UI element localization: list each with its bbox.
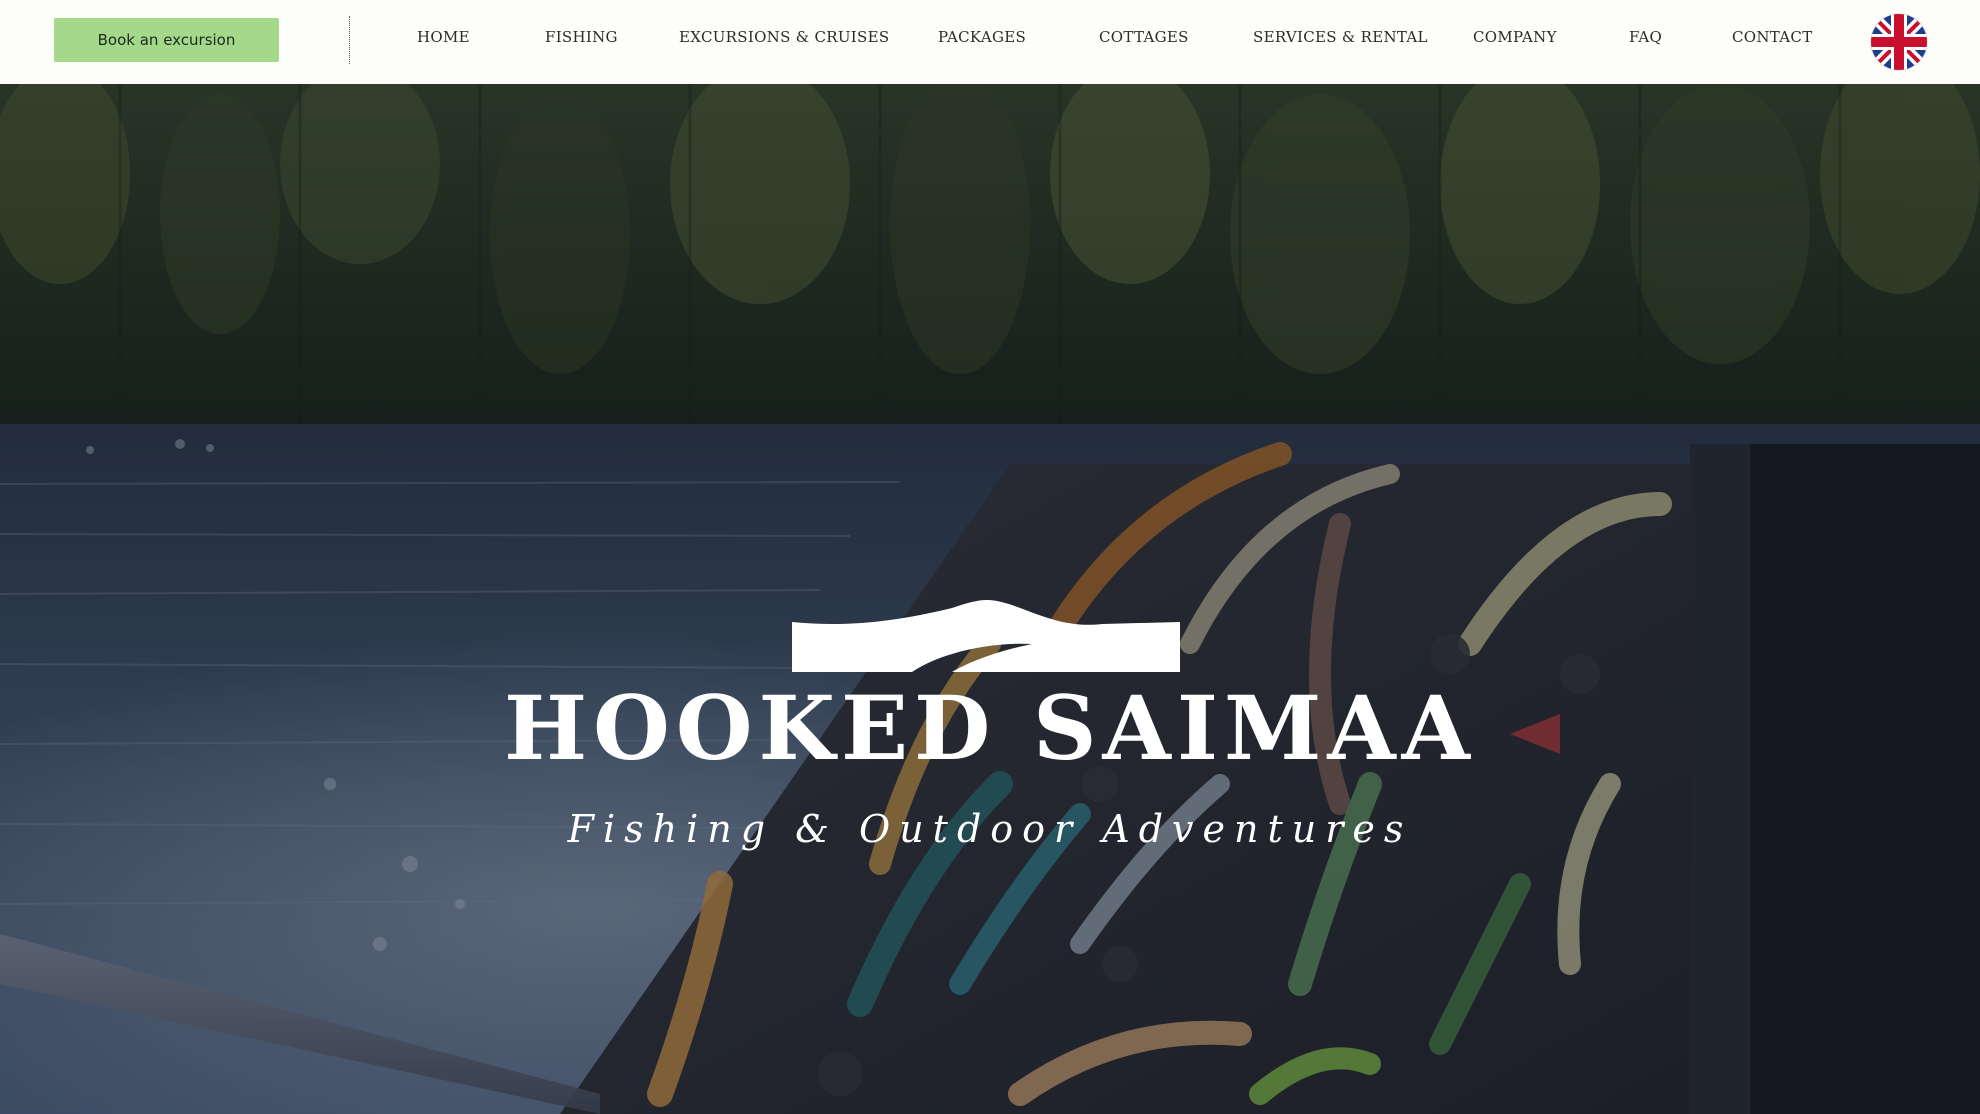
nav-fishing[interactable]: FISHING bbox=[545, 28, 618, 46]
wave-logo-icon bbox=[792, 600, 1180, 672]
site-header: Book an excursion HOME FISHING EXCURSION… bbox=[0, 0, 1980, 84]
nav-contact[interactable]: CONTACT bbox=[1732, 28, 1813, 46]
uk-flag-icon[interactable] bbox=[1871, 14, 1927, 70]
header-divider bbox=[349, 16, 350, 64]
brand-tagline: Fishing & Outdoor Adventures bbox=[567, 807, 1413, 851]
hero-background-image bbox=[0, 84, 1980, 1114]
nav-cottages[interactable]: COTTAGES bbox=[1099, 28, 1189, 46]
nav-company[interactable]: COMPANY bbox=[1473, 28, 1557, 46]
brand-name: HOOKED SAIMAA bbox=[504, 676, 1476, 780]
nav-services-rental[interactable]: SERVICES & RENTAL bbox=[1253, 28, 1428, 46]
nav-excursions-cruises[interactable]: EXCURSIONS & CRUISES bbox=[679, 28, 889, 46]
hero-section: HOOKED SAIMAA Fishing & Outdoor Adventur… bbox=[0, 84, 1980, 1114]
nav-home[interactable]: HOME bbox=[417, 28, 470, 46]
book-excursion-button[interactable]: Book an excursion bbox=[54, 18, 279, 62]
nav-packages[interactable]: PACKAGES bbox=[938, 28, 1026, 46]
nav-faq[interactable]: FAQ bbox=[1629, 28, 1662, 46]
